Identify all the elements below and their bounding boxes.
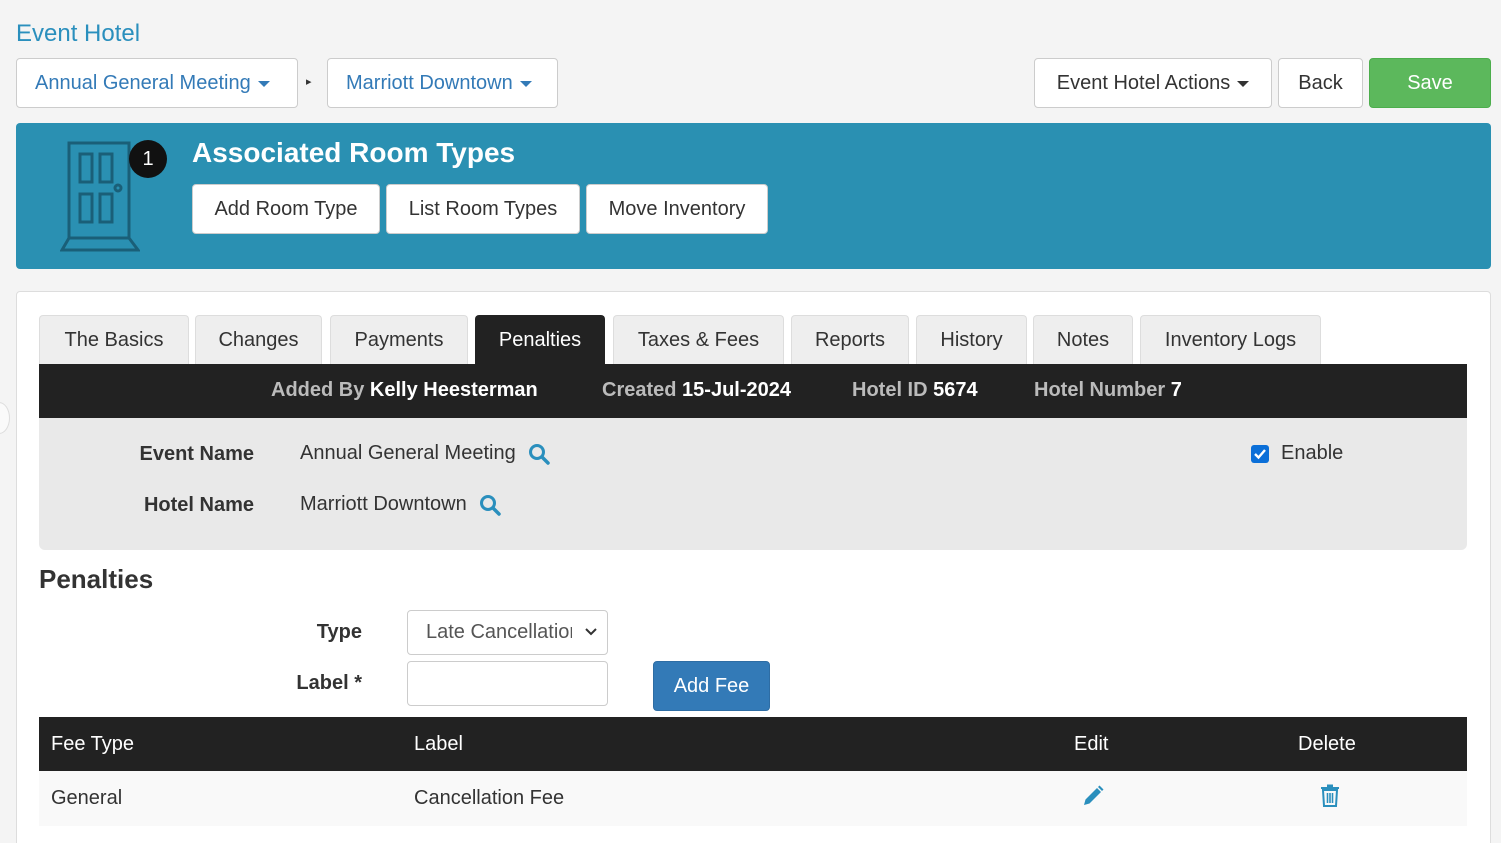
tab-penalties[interactable]: Penalties: [475, 315, 605, 365]
hotel-number-info: Hotel Number 7: [1034, 379, 1182, 402]
side-panel-handle[interactable]: [0, 402, 10, 434]
breadcrumb-separator-icon: ▸: [306, 76, 312, 88]
hotel-name-label: Hotel Name: [143, 494, 254, 516]
event-hotel-actions-button[interactable]: Event Hotel Actions: [1034, 58, 1272, 108]
save-button[interactable]: Save: [1369, 58, 1491, 108]
hotel-name-value: Marriott Downtown: [300, 493, 467, 515]
table-row: General Cancellation Fee: [39, 771, 1467, 826]
details-section: Event Name Annual General Meeting Hotel …: [39, 418, 1467, 550]
breadcrumb-hotel-label: Marriott Downtown: [346, 71, 513, 94]
search-icon[interactable]: [528, 443, 550, 465]
room-type-count-badge: 1: [129, 140, 167, 178]
hotel-id-label: Hotel ID: [852, 379, 928, 401]
tab-history[interactable]: History: [916, 315, 1027, 365]
tab-reports[interactable]: Reports: [791, 315, 909, 365]
chevron-down-icon: [257, 81, 270, 87]
tab-payments[interactable]: Payments: [330, 315, 468, 365]
added-by-value: Kelly Heesterman: [369, 379, 538, 401]
add-fee-button[interactable]: Add Fee: [653, 661, 770, 711]
room-types-banner: 1 Associated Room Types Add Room Type Li…: [16, 123, 1491, 269]
add-room-type-button[interactable]: Add Room Type: [192, 184, 380, 234]
event-hotel-actions-label: Event Hotel Actions: [1056, 71, 1231, 94]
column-header-edit: Edit: [1074, 733, 1109, 755]
door-icon: [60, 141, 140, 252]
penalties-section-title: Penalties: [39, 564, 154, 594]
record-info-bar: Added By Kelly Heesterman Created 15-Jul…: [39, 364, 1467, 418]
enable-toggle: Enable: [1251, 442, 1343, 465]
hotel-number-value: 7: [1170, 379, 1182, 401]
tab-taxes-fees[interactable]: Taxes & Fees: [613, 315, 784, 365]
created-label: Created: [602, 379, 677, 401]
search-icon[interactable]: [479, 494, 501, 516]
tab-changes[interactable]: Changes: [195, 315, 322, 365]
tab-notes[interactable]: Notes: [1033, 315, 1133, 365]
page-title: Event Hotel: [16, 20, 141, 47]
pencil-icon[interactable]: [1081, 784, 1105, 808]
fees-table-header: Fee Type Label Edit Delete: [39, 717, 1467, 771]
hotel-name-value-row: Marriott Downtown: [300, 493, 501, 516]
back-button[interactable]: Back: [1278, 58, 1363, 108]
created-value: 15-Jul-2024: [682, 379, 792, 401]
move-inventory-button[interactable]: Move Inventory: [586, 184, 768, 234]
hotel-id-value: 5674: [933, 379, 978, 401]
hotel-id-info: Hotel ID 5674: [852, 379, 978, 402]
event-name-value: Annual General Meeting: [300, 442, 516, 464]
list-room-types-button[interactable]: List Room Types: [386, 184, 580, 234]
column-header-label: Label: [414, 733, 463, 755]
checkmark-icon: [1254, 448, 1266, 459]
type-label: Type: [316, 621, 362, 643]
breadcrumb-event-label: Annual General Meeting: [35, 71, 251, 94]
label-cell: Cancellation Fee: [414, 787, 565, 809]
added-by-info: Added By Kelly Heesterman: [271, 379, 538, 402]
tab-inventory-logs[interactable]: Inventory Logs: [1140, 315, 1321, 365]
breadcrumb-event-dropdown[interactable]: Annual General Meeting: [16, 58, 298, 108]
event-name-value-row: Annual General Meeting: [300, 442, 550, 465]
column-header-delete: Delete: [1298, 733, 1356, 755]
fee-type-cell: General: [51, 787, 123, 809]
added-by-label: Added By: [271, 379, 365, 401]
enable-label: Enable: [1281, 442, 1344, 464]
chevron-down-icon: [1237, 81, 1250, 87]
chevron-down-icon: [519, 81, 532, 87]
label-field-label: Label *: [296, 672, 362, 694]
breadcrumb-hotel-dropdown[interactable]: Marriott Downtown: [327, 58, 558, 108]
penalty-type-value: Late Cancellation: [426, 621, 572, 643]
trash-icon[interactable]: [1318, 783, 1342, 807]
created-info: Created 15-Jul-2024: [602, 379, 791, 402]
chevron-down-icon: [585, 628, 597, 636]
penalty-type-select[interactable]: Late Cancellation: [407, 610, 608, 655]
event-name-label: Event Name: [139, 443, 255, 465]
hotel-number-label: Hotel Number: [1034, 379, 1166, 401]
tab-the-basics[interactable]: The Basics: [39, 315, 189, 365]
enable-checkbox[interactable]: [1251, 444, 1269, 463]
column-header-fee-type: Fee Type: [51, 733, 135, 755]
penalty-label-input[interactable]: [407, 661, 608, 706]
banner-title: Associated Room Types: [192, 137, 516, 168]
